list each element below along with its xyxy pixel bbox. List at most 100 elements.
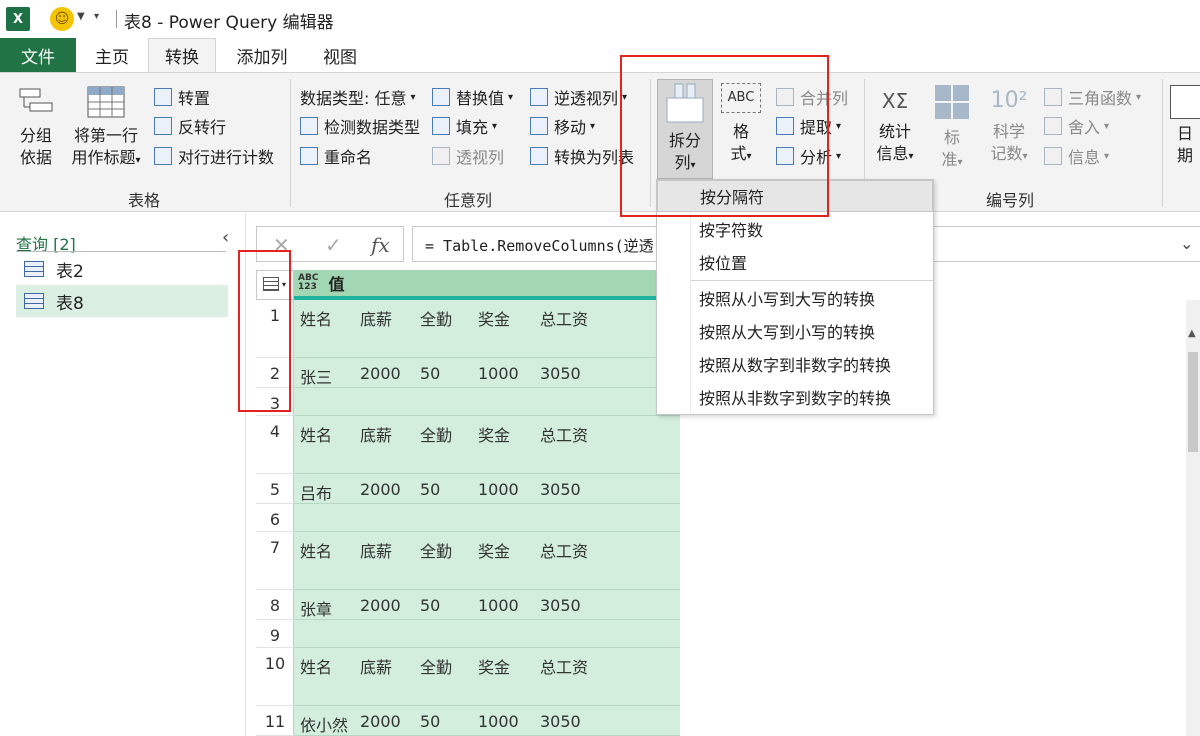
- row-number[interactable]: 6: [256, 504, 294, 532]
- tab-file[interactable]: 文件: [0, 38, 76, 72]
- menu-item-nondigit-to-digit[interactable]: 按照从非数字到数字的转换: [657, 381, 933, 413]
- standard-button[interactable]: 标 准▾: [928, 81, 976, 174]
- table-row[interactable]: [294, 388, 680, 416]
- first-row-dropdown-icon[interactable]: ▾: [135, 155, 140, 166]
- detect-type-label: 检测数据类型: [324, 118, 421, 137]
- rounding-icon: [1044, 117, 1062, 135]
- table-icon: [24, 293, 44, 309]
- rename-button[interactable]: 重命名: [300, 144, 372, 168]
- table-row[interactable]: 姓名 底薪 全勤 奖金 总工资: [294, 532, 680, 590]
- group-by-label-2: 依据: [19, 148, 52, 167]
- tab-add-column[interactable]: 添加列: [222, 38, 302, 72]
- data-type-dropdown[interactable]: 数据类型: 任意 ▾: [300, 85, 416, 109]
- qat-customize-icon[interactable]: ▾: [94, 11, 99, 22]
- fx-icon[interactable]: fx: [371, 233, 390, 257]
- table-cell: 50: [420, 364, 441, 383]
- smiley-feedback-icon[interactable]: ☺: [50, 7, 74, 31]
- table-cell: 吕布: [300, 484, 333, 503]
- group-by-button[interactable]: 分组 依据: [10, 85, 62, 169]
- table-row[interactable]: 姓名 底薪 全勤 奖金 总工资: [294, 416, 680, 474]
- table-cell: 3050: [540, 712, 581, 731]
- expand-formula-icon[interactable]: ⌄: [1180, 234, 1193, 253]
- information-label: 信息: [1068, 148, 1101, 167]
- table-cell: 总工资: [540, 542, 589, 561]
- first-row-label-2: 用作标题: [71, 148, 136, 167]
- table-cell: 50: [420, 596, 441, 615]
- row-number[interactable]: 7: [256, 532, 294, 590]
- feedback-dropdown-icon[interactable]: ▼: [77, 11, 85, 22]
- confirm-formula-icon[interactable]: ✓: [325, 233, 342, 257]
- column-header-value[interactable]: ABC 123 值: [294, 270, 680, 300]
- table-row[interactable]: 张三 2000 50 1000 3050: [294, 358, 680, 388]
- table-cell: 1000: [478, 480, 519, 499]
- trigonometry-button[interactable]: 三角函数 ▾: [1044, 85, 1141, 109]
- query-item-label: 表2: [56, 261, 84, 282]
- table-row[interactable]: 依小然 2000 50 1000 3050: [294, 706, 680, 736]
- tab-transform[interactable]: 转换: [148, 38, 216, 72]
- row-number[interactable]: 4: [256, 416, 294, 474]
- row-number[interactable]: 10: [256, 648, 294, 706]
- transpose-button[interactable]: 转置: [154, 85, 210, 109]
- query-item-table2[interactable]: 表2: [16, 253, 228, 285]
- table-row[interactable]: 姓名 底薪 全勤 奖金 总工资: [294, 648, 680, 706]
- pivot-column-button[interactable]: 透视列: [432, 144, 504, 168]
- chevron-down-icon: ▾: [1136, 91, 1142, 103]
- table-cell: 奖金: [478, 542, 511, 561]
- reverse-rows-icon: [154, 117, 172, 135]
- trig-label: 三角函数: [1068, 89, 1133, 108]
- chevron-down-icon: ▾: [590, 120, 596, 132]
- scientific-button[interactable]: 10² 科学 记数▾: [982, 81, 1036, 168]
- highlight-box-split-column: [620, 55, 829, 217]
- table-icon: [24, 261, 44, 277]
- table-row[interactable]: 吕布 2000 50 1000 3050: [294, 474, 680, 504]
- move-button[interactable]: 移动 ▾: [530, 114, 595, 138]
- query-item-table8[interactable]: 表8: [16, 285, 228, 317]
- scrollbar-thumb[interactable]: [1188, 352, 1198, 452]
- table-row[interactable]: 姓名 底薪 全勤 奖金 总工资: [294, 300, 680, 358]
- convert-list-icon: [530, 147, 548, 165]
- scroll-up-icon[interactable]: ▲: [1188, 328, 1196, 339]
- table-row[interactable]: [294, 504, 680, 532]
- row-number[interactable]: 11: [256, 706, 294, 736]
- table-row[interactable]: 张章 2000 50 1000 3050: [294, 590, 680, 620]
- any-type-icon[interactable]: ABC 123: [298, 274, 318, 292]
- chevron-down-icon: ▾: [836, 120, 842, 132]
- reverse-rows-button[interactable]: 反转行: [154, 114, 226, 138]
- row-number[interactable]: 5: [256, 474, 294, 504]
- table-row[interactable]: [294, 620, 680, 648]
- count-rows-icon: [154, 147, 172, 165]
- statistics-icon: XΣ: [881, 89, 909, 113]
- fill-label: 填充: [456, 118, 489, 137]
- menu-item-by-positions[interactable]: 按位置: [657, 246, 933, 278]
- rounding-button[interactable]: 舍入 ▾: [1044, 114, 1109, 138]
- information-button[interactable]: 信息 ▾: [1044, 144, 1109, 168]
- table-cell: 底薪: [360, 310, 393, 329]
- first-row-label-1: 将第一行: [73, 126, 138, 145]
- fill-button[interactable]: 填充 ▾: [432, 114, 497, 138]
- table-cell: 总工资: [540, 310, 589, 329]
- table-cell: 1000: [478, 364, 519, 383]
- menu-item-by-number-of-characters[interactable]: 按字符数: [657, 213, 933, 245]
- count-rows-button[interactable]: 对行进行计数: [154, 144, 274, 168]
- use-first-row-as-headers-button[interactable]: 将第一行 用作标题▾: [64, 85, 148, 172]
- tab-home[interactable]: 主页: [80, 38, 144, 72]
- date-button[interactable]: 日 期: [1170, 85, 1200, 167]
- table-cell: 姓名: [300, 426, 333, 445]
- replace-values-button[interactable]: 替换值 ▾: [432, 85, 513, 109]
- row-number[interactable]: 8: [256, 590, 294, 620]
- table-cell: 2000: [360, 596, 401, 615]
- convert-to-list-button[interactable]: 转换为列表: [530, 144, 634, 168]
- statistics-button[interactable]: XΣ 统计 信息▾: [868, 81, 922, 168]
- detect-data-type-button[interactable]: 检测数据类型: [300, 114, 420, 138]
- chevron-down-icon: ▾: [410, 91, 416, 103]
- standard-label-1: 标: [943, 128, 960, 147]
- table-cell: 3050: [540, 596, 581, 615]
- menu-item-lower-to-upper[interactable]: 按照从小写到大写的转换: [657, 282, 933, 314]
- menu-item-upper-to-lower[interactable]: 按照从大写到小写的转换: [657, 315, 933, 347]
- replace-values-icon: [432, 88, 450, 106]
- collapse-pane-icon[interactable]: ‹: [222, 227, 229, 248]
- menu-item-digit-to-nondigit[interactable]: 按照从数字到非数字的转换: [657, 348, 933, 380]
- tab-view[interactable]: 视图: [308, 38, 372, 72]
- unpivot-columns-button[interactable]: 逆透视列 ▾: [530, 85, 627, 109]
- row-number[interactable]: 9: [256, 620, 294, 648]
